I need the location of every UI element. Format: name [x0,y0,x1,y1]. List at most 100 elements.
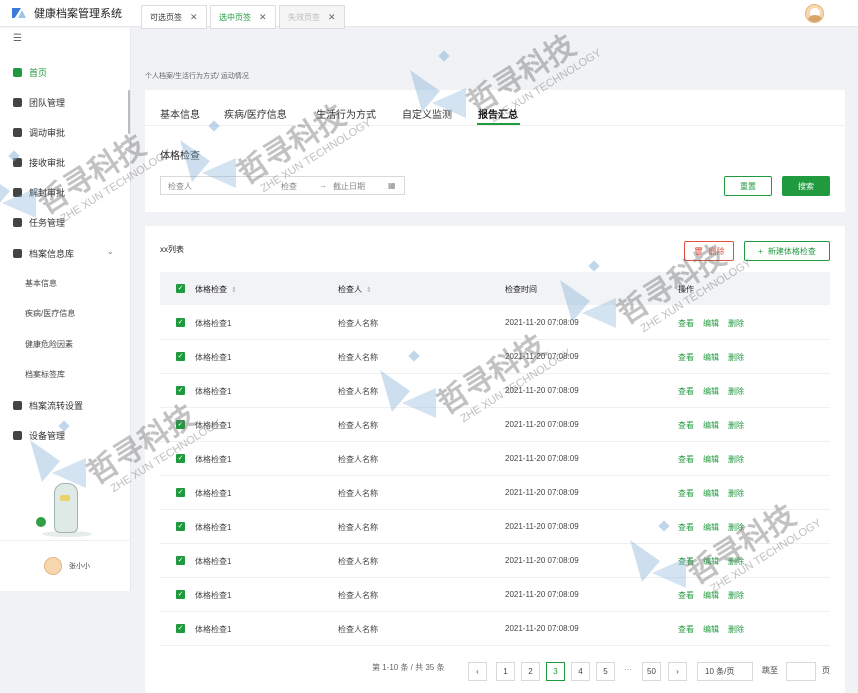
subtab-basic-info[interactable]: 基本信息 [160,106,200,121]
close-icon[interactable]: ✕ [259,12,267,23]
view-link[interactable]: 查看 [678,353,694,362]
row-checkbox[interactable]: ✓ [176,556,185,565]
unlock-icon [13,187,22,197]
row-checkbox[interactable]: ✓ [176,522,185,531]
sort-icon[interactable]: ⇕ [231,287,237,294]
select-all-checkbox[interactable]: ✓ [176,284,185,293]
tab-optional[interactable]: 可选页签 ✕ [141,5,207,29]
new-physical-exam-button[interactable]: + 新建体格检查 [744,241,830,261]
edit-link[interactable]: 编辑 [703,557,719,566]
user-avatar[interactable] [805,4,824,23]
view-link[interactable]: 查看 [678,523,694,532]
header-exam[interactable]: 体格检查 ⇕ [195,284,237,295]
view-link[interactable]: 查看 [678,557,694,566]
row-exam-name: 体格检查1 [195,557,232,566]
reset-button[interactable]: 重置 [724,176,772,196]
view-link[interactable]: 查看 [678,319,694,328]
subtab-custom-monitoring[interactable]: 自定义监测 [402,106,452,121]
sidebar-subitem-tag-library[interactable]: 档案标签库 [25,365,65,383]
edit-link[interactable]: 编辑 [703,455,719,464]
edit-link[interactable]: 编辑 [703,591,719,600]
delete-link[interactable]: 删除 [728,455,744,464]
tab-label: 选中页签 [219,12,251,22]
subtab-active-indicator [477,123,520,125]
edit-link[interactable]: 编辑 [703,353,719,362]
delete-link[interactable]: 删除 [728,591,744,600]
pagination-ellipsis[interactable]: ··· [624,665,632,674]
sidebar-scrollbar[interactable] [128,90,130,134]
row-checkbox[interactable]: ✓ [176,352,185,361]
subtab-report-summary[interactable]: 报告汇总 [478,106,518,121]
delete-button[interactable]: 🗑 删除 [684,241,734,261]
sidebar-item-team[interactable]: 团队管理 [0,92,131,112]
delete-link[interactable]: 删除 [728,489,744,498]
close-icon[interactable]: ✕ [190,12,198,23]
sidebar-item-flow-settings[interactable]: 档案流转设置 [0,395,131,415]
view-link[interactable]: 查看 [678,625,694,634]
view-link[interactable]: 查看 [678,489,694,498]
edit-link[interactable]: 编辑 [703,523,719,532]
next-page-button[interactable]: › [668,662,687,681]
end-date-input[interactable]: 截止日期 [333,181,365,192]
row-checkbox[interactable]: ✓ [176,488,185,497]
calendar-icon[interactable]: ▦ [388,181,396,190]
prev-page-button[interactable]: ‹ [468,662,487,681]
sidebar-user[interactable]: 张小小 [0,540,131,591]
inspector-input[interactable]: 检查人 [168,181,192,192]
page-3[interactable]: 3 [546,662,565,681]
sidebar-item-receive-approval[interactable]: 接收审批 [0,152,131,172]
table-row: ✓ 体格检查1 检查人名称 2021-11-20 07:08:09 查看 编辑 删除 [160,476,830,510]
tab-label: 可选页签 [150,12,182,22]
tab-selected[interactable]: 选中页签 ✕ [210,5,276,29]
delete-link[interactable]: 删除 [728,523,744,532]
row-checkbox[interactable]: ✓ [176,318,185,327]
subtab-lifestyle[interactable]: 生活行为方式 [316,106,376,121]
menu-collapse-icon[interactable]: ☰ [13,34,23,44]
page-5[interactable]: 5 [596,662,615,681]
sidebar-item-task[interactable]: 任务管理 [0,212,131,232]
row-checkbox[interactable]: ✓ [176,590,185,599]
sidebar-item-home[interactable]: 首页 [0,62,131,82]
view-link[interactable]: 查看 [678,591,694,600]
delete-link[interactable]: 删除 [728,557,744,566]
page-size-select[interactable]: 10 条/页 [697,662,753,681]
search-button[interactable]: 搜索 [782,176,830,196]
sidebar-subitem-risk-factors[interactable]: 健康危险因素 [25,335,73,353]
edit-link[interactable]: 编辑 [703,625,719,634]
filter-input-group[interactable]: 检查人 检查 → 截止日期 ▦ [160,176,405,195]
edit-link[interactable]: 编辑 [703,421,719,430]
sidebar-item-transfer-approval[interactable]: 调动审批 [0,122,131,142]
page-4[interactable]: 4 [571,662,590,681]
row-checkbox[interactable]: ✓ [176,624,185,633]
sidebar-item-unseal-approval[interactable]: 解封审批 [0,182,131,202]
view-link[interactable]: 查看 [678,387,694,396]
delete-link[interactable]: 删除 [728,319,744,328]
sidebar-item-device[interactable]: 设备管理 [0,425,131,445]
chevron-down-icon[interactable]: ⌄ [107,247,114,256]
header-inspector[interactable]: 检查人 ⇕ [338,284,372,295]
row-checkbox[interactable]: ✓ [176,386,185,395]
subtab-medical-info[interactable]: 疾病/医疗信息 [224,106,287,121]
delete-link[interactable]: 删除 [728,625,744,634]
new-label: 新建体格检查 [767,246,816,256]
edit-link[interactable]: 编辑 [703,387,719,396]
edit-link[interactable]: 编辑 [703,319,719,328]
row-actions: 查看 编辑 删除 [678,488,753,499]
row-checkbox[interactable]: ✓ [176,420,185,429]
page-1[interactable]: 1 [496,662,515,681]
goto-page-input[interactable] [786,662,816,681]
page-2[interactable]: 2 [521,662,540,681]
view-link[interactable]: 查看 [678,421,694,430]
row-checkbox[interactable]: ✓ [176,454,185,463]
view-link[interactable]: 查看 [678,455,694,464]
delete-link[interactable]: 删除 [728,353,744,362]
start-date-input[interactable]: 检查 [281,181,297,192]
delete-link[interactable]: 删除 [728,421,744,430]
edit-link[interactable]: 编辑 [703,489,719,498]
sort-icon[interactable]: ⇕ [366,287,372,294]
page-last[interactable]: 50 [642,662,661,681]
sidebar-subitem-medical-info[interactable]: 疾病/医疗信息 [25,304,75,322]
row-inspector: 检查人名称 [338,489,378,498]
sidebar-subitem-basic-info[interactable]: 基本信息 [25,274,57,292]
delete-link[interactable]: 删除 [728,387,744,396]
